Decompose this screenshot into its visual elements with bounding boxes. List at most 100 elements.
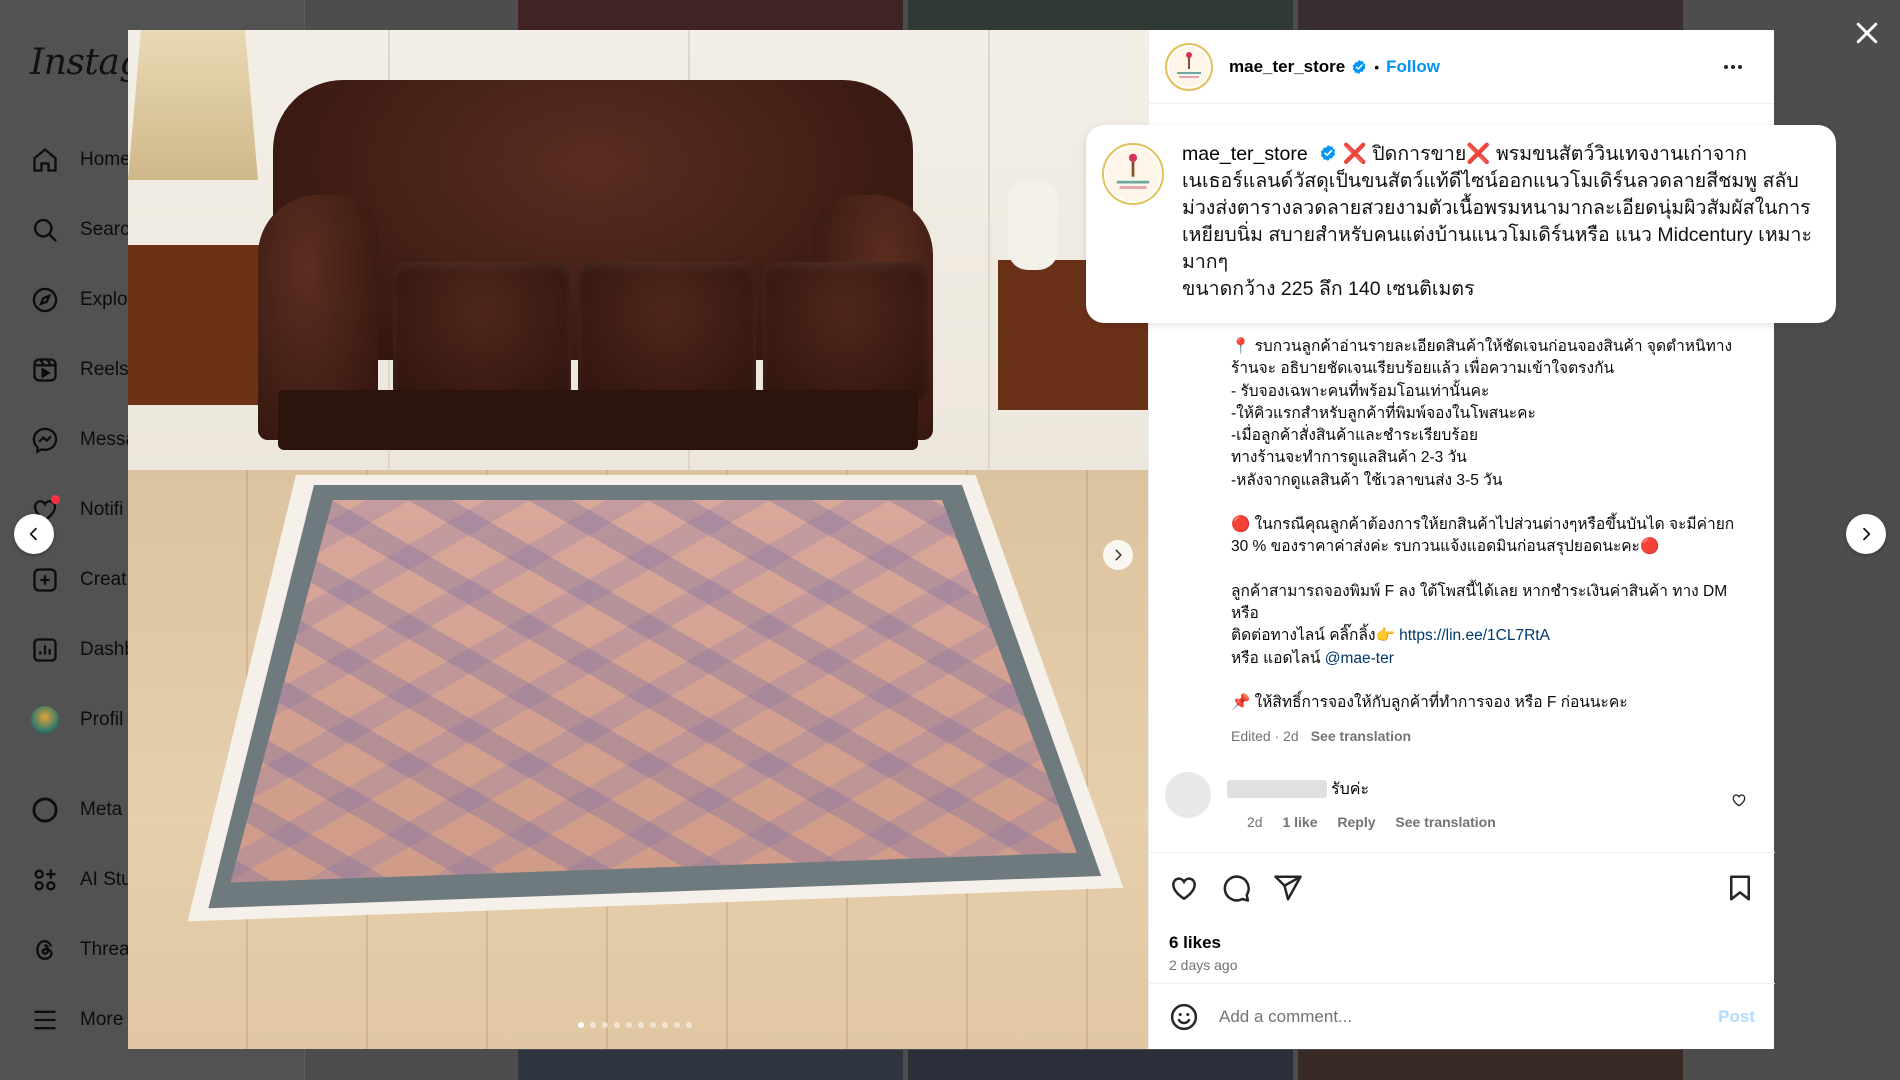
plus-icon bbox=[30, 565, 60, 595]
photo-cushion bbox=[393, 262, 571, 402]
admin-mention-link[interactable]: @mae-ter bbox=[1325, 650, 1394, 667]
media-next-button[interactable] bbox=[1103, 540, 1133, 570]
heart-icon bbox=[1732, 794, 1746, 807]
notification-dot bbox=[51, 495, 60, 504]
nav-label: More bbox=[80, 1009, 124, 1030]
comment-reply-button[interactable]: Reply bbox=[1337, 814, 1375, 830]
commenter-name-redacted bbox=[1227, 780, 1327, 798]
chevron-left-icon bbox=[29, 527, 37, 541]
admin-prefix: หรือ แอดไลน์ bbox=[1231, 649, 1325, 667]
threads-icon bbox=[30, 935, 60, 965]
nav-label: Profil bbox=[80, 709, 124, 730]
carousel-dot bbox=[638, 1022, 644, 1028]
carousel-dot bbox=[626, 1022, 632, 1028]
post-comment-button[interactable]: Post bbox=[1718, 1007, 1755, 1027]
more-dot bbox=[1724, 65, 1728, 69]
carousel-dots bbox=[578, 1022, 692, 1028]
previous-post-button[interactable] bbox=[14, 514, 54, 554]
commenter-avatar[interactable] bbox=[1165, 772, 1211, 818]
share-button[interactable] bbox=[1273, 873, 1303, 903]
background-tile bbox=[518, 1050, 903, 1080]
description-line: -หลังจากดูแลสินค้า ใช้เวลาขนส่ง 3-5 วัน bbox=[1231, 471, 1503, 489]
photo-cushion bbox=[578, 262, 756, 402]
emoji-icon bbox=[1170, 1003, 1198, 1030]
username[interactable]: mae_ter_store bbox=[1229, 57, 1345, 77]
bookmark-icon bbox=[1730, 875, 1750, 901]
nav-label: Home bbox=[80, 149, 131, 170]
heart-icon bbox=[1172, 877, 1196, 901]
description-line: ทางร้านจะทำการดูแลสินค้า 2-3 วัน bbox=[1231, 449, 1467, 467]
background-tile bbox=[1298, 0, 1683, 30]
comment-see-translation-button[interactable]: See translation bbox=[1395, 814, 1495, 830]
caption-avatar[interactable] bbox=[1102, 143, 1164, 205]
carousel-dot bbox=[674, 1022, 680, 1028]
menu-icon bbox=[30, 1005, 60, 1035]
comment-meta: 2d 1 like Reply See translation bbox=[1247, 814, 1512, 830]
avatar[interactable] bbox=[1165, 42, 1213, 91]
separator-dot: • bbox=[1374, 58, 1380, 75]
carousel-dot bbox=[602, 1022, 608, 1028]
description-line: -ให้คิวแรกสำหรับลูกค้าที่พิมพ์จองในโพสนะ… bbox=[1231, 404, 1536, 422]
save-button[interactable] bbox=[1725, 873, 1755, 903]
meta-icon bbox=[30, 795, 60, 825]
nav-label: AI Stu bbox=[80, 869, 132, 890]
caption-username[interactable]: mae_ter_store bbox=[1182, 143, 1308, 165]
store-logo bbox=[1169, 46, 1209, 87]
description-line bbox=[1231, 492, 1751, 514]
follow-button[interactable]: Follow bbox=[1386, 57, 1440, 77]
chevron-right-icon bbox=[1863, 527, 1871, 541]
line-link[interactable]: https://lin.ee/1CL7RtA bbox=[1399, 627, 1550, 644]
action-icons bbox=[1169, 873, 1303, 903]
photo-vase bbox=[1008, 180, 1058, 270]
nav-label: Meta bbox=[80, 799, 123, 820]
search-icon bbox=[30, 215, 60, 245]
comment-likes-button[interactable]: 1 like bbox=[1282, 814, 1317, 830]
photo-cushion bbox=[763, 262, 928, 402]
description-line bbox=[1231, 559, 1751, 581]
rights-line: 📌 ให้สิทธิ์การจองให้กับลูกค้าที่ทำการจอง… bbox=[1231, 693, 1628, 711]
chevron-right-icon bbox=[1115, 549, 1122, 561]
comment-text: รับค่ะ bbox=[1331, 781, 1370, 798]
nav-label: Searc bbox=[80, 219, 130, 240]
carousel-dot bbox=[578, 1022, 584, 1028]
verified-badge-icon bbox=[1319, 143, 1337, 161]
post-timestamp: 2 days ago bbox=[1169, 957, 1238, 973]
comment-button[interactable] bbox=[1221, 873, 1251, 903]
next-post-button[interactable] bbox=[1846, 514, 1886, 554]
reels-icon bbox=[30, 355, 60, 385]
caption-card: mae_ter_store ❌ ปิดการขาย❌ พรมขนสัตว์วิน… bbox=[1086, 125, 1836, 323]
more-options-button[interactable] bbox=[1724, 57, 1750, 77]
nav-label: Reels bbox=[80, 359, 129, 380]
background-tile bbox=[518, 0, 903, 30]
likes-count[interactable]: 6 likes bbox=[1169, 933, 1221, 953]
admin-line: หรือ แอดไลน์ @mae-ter bbox=[1231, 648, 1751, 670]
nav-label: Threa bbox=[80, 939, 130, 960]
description-spacer bbox=[1231, 670, 1751, 692]
close-icon bbox=[1856, 22, 1878, 44]
like-button[interactable] bbox=[1169, 873, 1199, 903]
photo-sofa-base bbox=[278, 390, 918, 450]
description-line: 🔴 ในกรณีคุณลูกค้าต้องการให้ยกสินค้าไปส่ว… bbox=[1231, 516, 1739, 556]
wall-panel-line bbox=[988, 30, 990, 500]
explore-icon bbox=[30, 285, 60, 315]
post-meta: Edited · 2d See translation bbox=[1231, 728, 1411, 744]
store-logo bbox=[1106, 147, 1160, 201]
comment-icon bbox=[1223, 875, 1250, 902]
background-tile bbox=[908, 1050, 1293, 1080]
nav-label: Dashb bbox=[80, 639, 135, 660]
post-header: mae_ter_store • Follow bbox=[1149, 30, 1774, 104]
background-tile bbox=[1298, 1050, 1683, 1080]
comment-input[interactable] bbox=[1219, 1006, 1699, 1027]
close-button[interactable] bbox=[1852, 18, 1882, 48]
description-line: - รับจองเฉพาะคนที่พร้อมโอนเท่านั้นคะ bbox=[1231, 382, 1490, 400]
see-translation-button[interactable]: See translation bbox=[1311, 728, 1411, 744]
nav-label: Explo bbox=[80, 289, 128, 310]
background-tile bbox=[908, 0, 1293, 30]
comment-like-button[interactable] bbox=[1731, 792, 1747, 808]
carousel-dot bbox=[650, 1022, 656, 1028]
emoji-button[interactable] bbox=[1169, 1002, 1199, 1032]
home-icon bbox=[30, 145, 60, 175]
messenger-icon bbox=[30, 425, 60, 455]
description-line: 📍 รบกวนลูกค้าอ่านรายละเอียดสินค้าให้ชัดเ… bbox=[1231, 338, 1733, 378]
more-dot bbox=[1738, 65, 1742, 69]
